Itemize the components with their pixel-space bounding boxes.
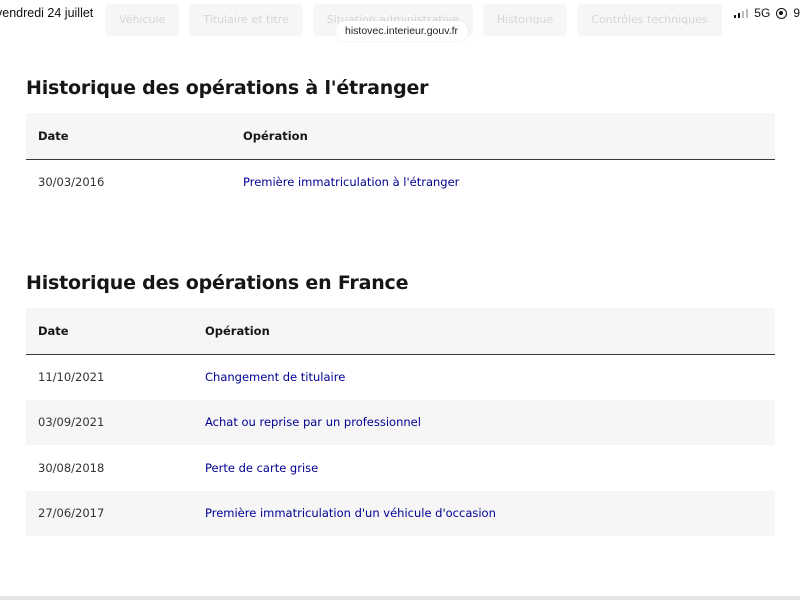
- column-header-date: Date: [26, 113, 231, 160]
- operation-label: Achat ou reprise par un professionnel: [205, 415, 421, 430]
- foreign-history-section: Historique des opérations à l'étranger D…: [26, 77, 775, 205]
- france-history-title: Historique des opérations en France: [26, 272, 409, 294]
- signal-icon: [733, 8, 749, 18]
- operation-label: Changement de titulaire: [205, 370, 346, 384]
- operation-date: 27/06/2017: [38, 506, 105, 521]
- table-row: 03/09/2021 Achat ou reprise par un profe…: [26, 399, 775, 445]
- france-history-section: Historique des opérations en France Date…: [26, 272, 775, 536]
- operation-date: 03/09/2021: [38, 415, 105, 430]
- operation-date: 30/03/2016: [38, 175, 105, 189]
- nav-tab-historique[interactable]: Historique: [482, 4, 568, 36]
- operation-date: 11/10/2021: [38, 370, 105, 384]
- page-content: Historique des opérations à l'étranger D…: [0, 44, 800, 596]
- table-row: 11/10/2021 Changement de titulaire: [26, 354, 775, 400]
- table-row: 30/08/2018 Perte de carte grise: [26, 445, 775, 491]
- status-indicators: 5G 9: [733, 6, 800, 20]
- operation-label: Première immatriculation d'un véhicule d…: [205, 506, 496, 521]
- operation-date: 30/08/2018: [38, 460, 105, 475]
- foreign-history-table: Date Opération 30/03/2016 Première immat…: [26, 113, 775, 205]
- nav-tab-vehicule[interactable]: Véhicule: [105, 4, 180, 36]
- column-header-operation: Opération: [193, 308, 775, 355]
- location-icon: [776, 7, 788, 19]
- operation-label: Première immatriculation à l'étranger: [243, 175, 460, 189]
- nav-tab-controles[interactable]: Contrôles techniques: [577, 4, 722, 36]
- nav-tab-titulaire[interactable]: Titulaire et titre: [189, 4, 303, 36]
- table-header-row: Date Opération: [26, 308, 775, 355]
- table-row: 30/03/2016 Première immatriculation à l'…: [26, 159, 775, 205]
- battery-label: 9: [793, 6, 800, 20]
- table-row: 27/06/2017 Première immatriculation d'un…: [26, 490, 775, 536]
- network-label: 5G: [754, 6, 771, 20]
- table-header-row: Date Opération: [26, 113, 775, 160]
- operation-label: Perte de carte grise: [205, 460, 319, 475]
- france-history-table: Date Opération 11/10/2021 Changement de …: [26, 308, 775, 536]
- bottom-edge: [0, 596, 800, 600]
- column-header-date: Date: [26, 308, 193, 355]
- status-bar: Véhicule Titulaire et titre Situation ad…: [0, 0, 800, 44]
- url-bar[interactable]: histovec.interieur.gouv.fr: [335, 21, 469, 41]
- foreign-history-title: Historique des opérations à l'étranger: [26, 77, 429, 99]
- status-date: vendredi 24 juillet: [0, 6, 94, 20]
- column-header-operation: Opération: [231, 113, 775, 160]
